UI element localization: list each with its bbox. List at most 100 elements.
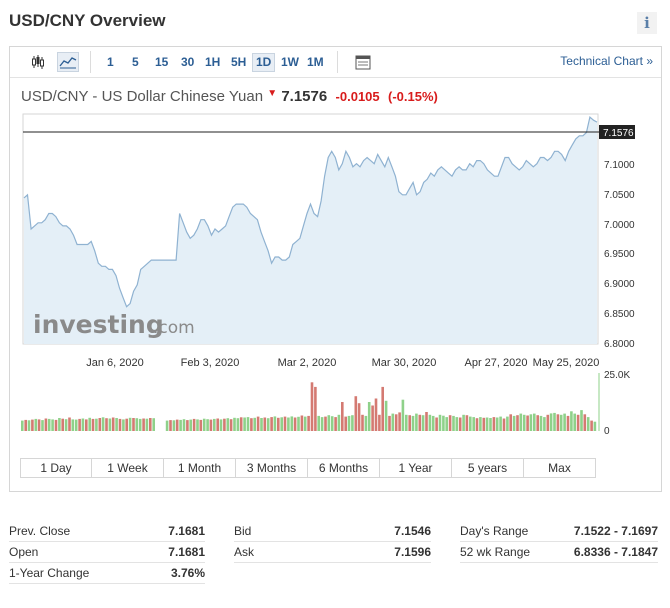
volume-bar: [229, 419, 233, 431]
volume-bar: [192, 418, 196, 431]
x-tick-label: Jan 6, 2020: [86, 357, 144, 369]
volume-bar: [209, 419, 213, 431]
x-tick-label: May 25, 2020: [533, 357, 600, 369]
volume-bar: [570, 411, 573, 431]
volume-bar: [182, 419, 186, 431]
volume-bar: [307, 415, 310, 431]
volume-bar: [509, 414, 512, 431]
volume-bar: [303, 416, 307, 431]
volume-bar: [101, 417, 105, 431]
stat-value: 6.8336 - 7.1847: [549, 541, 658, 563]
volume-bar: [310, 382, 314, 431]
stats-column-2: Bid 7.1546 Ask 7.1596: [234, 521, 431, 563]
volume-bar: [128, 417, 132, 431]
volume-bar: [122, 419, 125, 431]
volume-bar: [354, 396, 358, 431]
range-5-years[interactable]: 5 years: [452, 459, 524, 477]
volume-bar: [85, 419, 88, 431]
stat-row-days-range: Day's Range 7.1522 - 7.1697: [460, 521, 658, 542]
volume-bar: [381, 386, 384, 431]
volume-bar: [512, 415, 516, 431]
volume-bar: [425, 412, 428, 431]
stat-label: 1-Year Change: [9, 562, 144, 584]
volume-bar: [495, 417, 499, 431]
volume-bar: [458, 417, 462, 431]
volume-bar: [280, 417, 283, 431]
range-max[interactable]: Max: [524, 459, 595, 477]
volume-bar: [543, 417, 546, 431]
volume-bar: [263, 417, 267, 431]
volume-bar: [68, 417, 71, 431]
volume-bar: [506, 416, 509, 431]
volume-axis-label: 0: [604, 426, 610, 437]
y-tick-label: 6.8000: [604, 339, 635, 350]
volume-bar: [364, 415, 368, 431]
volume-bar: [415, 413, 418, 431]
x-tick-label: Mar 30, 2020: [372, 357, 437, 369]
stat-row-1-year-change: 1-Year Change 3.76%: [9, 562, 205, 584]
volume-bar: [256, 416, 260, 431]
volume-bar: [31, 419, 34, 431]
volume-bar: [442, 415, 445, 431]
volume-bar: [590, 420, 593, 431]
x-tick-label: Feb 3, 2020: [181, 357, 240, 369]
volume-bar: [408, 415, 411, 431]
volume-bar: [438, 414, 442, 431]
stat-value: 3.76%: [143, 562, 205, 584]
volume-bar: [455, 417, 459, 431]
volume-bar: [105, 418, 108, 431]
volume-bar: [118, 418, 122, 431]
volume-bar: [327, 415, 331, 431]
volume-bar: [563, 413, 566, 431]
range-3-months[interactable]: 3 Months: [236, 459, 308, 477]
stat-value: 7.1681: [143, 541, 205, 563]
volume-bar: [374, 398, 378, 431]
volume-bar: [317, 415, 320, 431]
volume-bar: [58, 418, 61, 431]
volume-bar: [24, 419, 27, 431]
volume-bar: [115, 418, 118, 431]
volume-bar: [428, 414, 432, 431]
volume-bar: [576, 414, 580, 431]
volume-bar: [293, 417, 297, 431]
range-1-year[interactable]: 1 Year: [380, 459, 452, 477]
stat-label: Day's Range: [460, 521, 550, 542]
volume-bar: [233, 417, 236, 431]
volume-bar: [51, 419, 54, 431]
volume-bar: [522, 414, 526, 431]
price-chart[interactable]: investing.com 7.1576 7.1000 7.0500 7.0000 6.9…: [0, 0, 670, 460]
volume-bar: [465, 415, 469, 431]
volume-bar: [37, 419, 41, 431]
range-6-months[interactable]: 6 Months: [308, 459, 380, 477]
volume-bar: [502, 418, 506, 431]
volume-bar: [411, 415, 415, 431]
volume-bar: [78, 418, 81, 431]
range-1-month[interactable]: 1 Month: [164, 459, 236, 477]
volume-bar: [401, 399, 405, 431]
volume-bar: [266, 418, 270, 431]
volume-bar: [300, 415, 304, 431]
volume-bar: [482, 417, 486, 431]
range-1-week[interactable]: 1 Week: [92, 459, 164, 477]
volume-bar: [435, 417, 438, 431]
volume-bar: [448, 415, 452, 431]
x-tick-label: Apr 27, 2020: [465, 357, 528, 369]
volume-axis-label: 25.0K: [604, 370, 630, 381]
volume-bar: [344, 416, 347, 431]
volume-bar: [108, 418, 112, 431]
volume-bar: [270, 417, 273, 431]
stat-value: 7.1596: [303, 541, 431, 563]
stat-row-bid: Bid 7.1546: [234, 521, 431, 542]
range-1-day[interactable]: 1 Day: [21, 459, 92, 477]
volume-bar: [361, 414, 364, 431]
volume-bar: [499, 416, 502, 431]
volume-bar: [314, 386, 317, 431]
volume-bar: [223, 418, 226, 431]
volume-bar: [179, 419, 182, 431]
volume-bar: [213, 418, 216, 431]
y-tick-label: 6.9500: [604, 249, 635, 260]
volume-bar: [324, 416, 327, 431]
volume-bar: [273, 416, 277, 431]
volume-bar: [41, 420, 44, 431]
watermark-logo: investing: [33, 310, 164, 339]
